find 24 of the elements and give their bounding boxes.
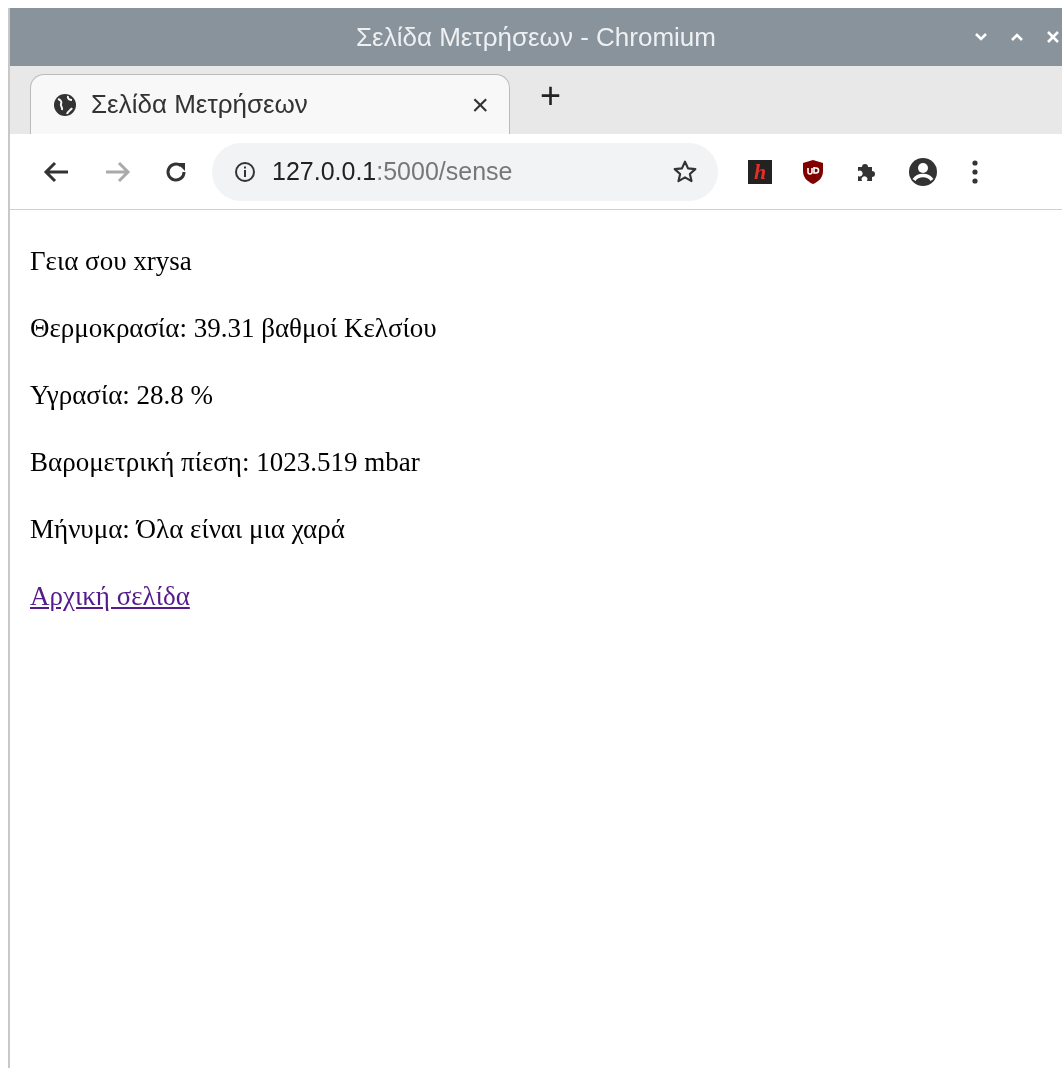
- star-icon[interactable]: [672, 158, 698, 185]
- text-line: Υγρασία: 28.8 %: [30, 379, 215, 412]
- window-title: Σελίδα Μετρήσεων - Chromium: [356, 20, 716, 54]
- tab-close-button[interactable]: ×: [471, 82, 489, 127]
- text-line: Γεια σου xrysa: [30, 245, 193, 278]
- browser-tab[interactable]: Σελίδα Μετρήσεων ×: [30, 74, 510, 134]
- info-icon[interactable]: [234, 160, 256, 183]
- text-line: Θερμοκρασία: 39.31 βαθμοί Κελσίου: [30, 312, 438, 345]
- tab-title: Σελίδα Μετρήσεων: [91, 88, 308, 121]
- text-line: Μήνυμα: Όλα είναι μια χαρά: [30, 513, 346, 546]
- globe-icon: [53, 92, 77, 117]
- menu-icon[interactable]: [972, 159, 978, 184]
- new-tab-button[interactable]: +: [540, 69, 562, 123]
- address-bar[interactable]: 127.0.0.1:5000/sense: [212, 142, 718, 201]
- shield-icon[interactable]: [802, 158, 824, 185]
- profile-icon[interactable]: [908, 156, 938, 187]
- extension-button[interactable]: h: [748, 159, 772, 184]
- text-line: Βαρομετρική πίεση: 1023.519 mbar: [30, 446, 421, 479]
- home-link[interactable]: Αρχική σελίδα: [30, 579, 190, 613]
- minimize-icon[interactable]: [974, 32, 988, 42]
- close-icon[interactable]: [1046, 30, 1060, 44]
- maximize-icon[interactable]: [1010, 32, 1024, 42]
- url-text: 127.0.0.1:5000/sense: [272, 155, 513, 187]
- back-icon[interactable]: [42, 159, 70, 184]
